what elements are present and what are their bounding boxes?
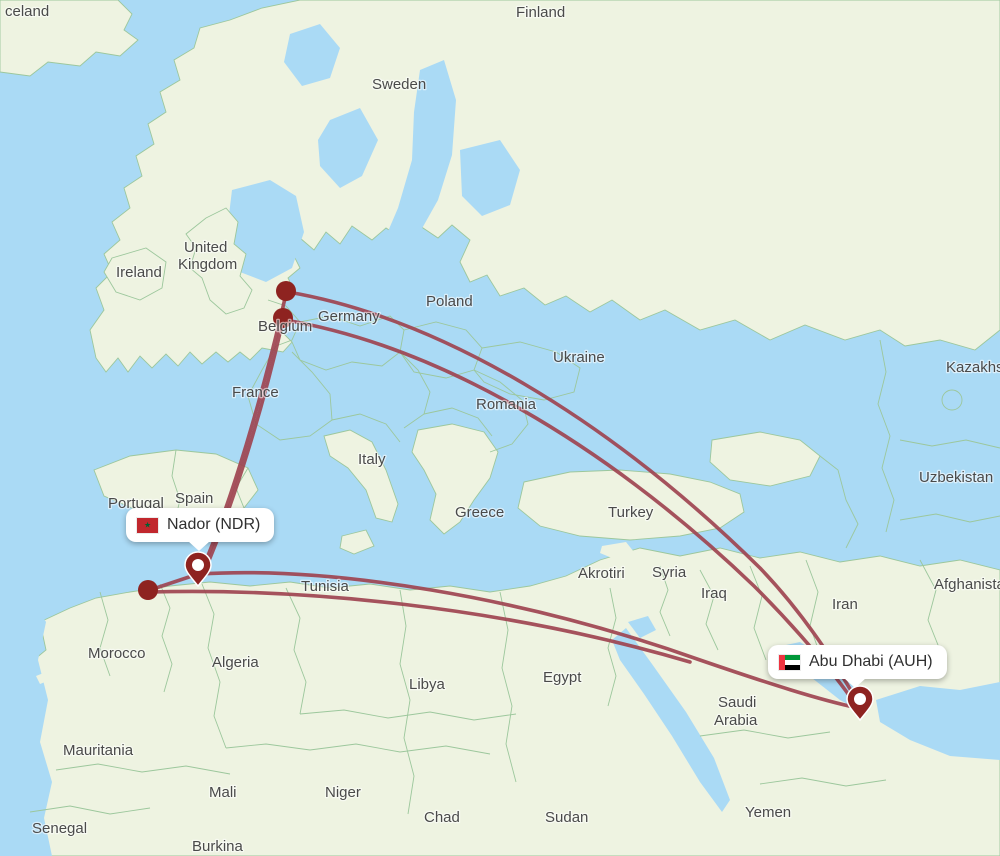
country-label: Morocco [88, 645, 146, 662]
country-label: Mali [209, 784, 237, 801]
morocco-star-icon: ★ [144, 520, 152, 530]
tooltip-nador[interactable]: ★ Nador (NDR) [126, 508, 275, 551]
country-label: Ireland [116, 264, 162, 281]
country-label: Germany [318, 308, 380, 325]
country-label: celand [5, 3, 49, 20]
country-label: Greece [455, 504, 504, 521]
uae-flag-black-stripe [785, 664, 800, 670]
tooltip-abudhabi-label: Abu Dhabi (AUH) [809, 653, 933, 670]
country-label: Kazakhs [946, 359, 1000, 376]
country-label: Finland [516, 4, 565, 21]
tooltip-nador-label: Nador (NDR) [167, 516, 261, 533]
country-label: Romania [476, 396, 537, 413]
country-label: France [232, 384, 279, 401]
country-label: Italy [358, 451, 386, 468]
country-label: Libya [409, 676, 446, 693]
country-label: Egypt [543, 669, 582, 686]
country-label: Yemen [745, 804, 791, 821]
tooltip-abudhabi[interactable]: Abu Dhabi (AUH) [768, 645, 947, 688]
country-label: Iraq [701, 585, 727, 602]
country-label: Turkey [608, 504, 654, 521]
country-label: Chad [424, 809, 460, 826]
country-label: Iran [832, 596, 858, 613]
country-label: Mauritania [63, 742, 134, 759]
country-label: Burkina [192, 838, 244, 855]
country-label: Spain [175, 490, 213, 507]
morocco-flag-icon: ★ [137, 517, 158, 533]
country-label: Ukraine [553, 349, 605, 366]
country-label: Uzbekistan [919, 469, 993, 486]
country-label: Tunisia [301, 578, 349, 595]
country-label: United [184, 239, 227, 256]
country-label: Arabia [714, 712, 758, 729]
country-label: Afghanistan [934, 576, 1000, 593]
country-label: Belgium [258, 318, 312, 335]
country-label: Niger [325, 784, 361, 801]
country-label: Kingdom [178, 256, 237, 273]
country-label: Saudi [718, 694, 756, 711]
map-canvas[interactable]: .land{ fill:#eef3e1; stroke:#9cc79c; str… [0, 0, 1000, 856]
country-label: Poland [426, 293, 473, 310]
country-label: Sudan [545, 809, 588, 826]
marker-casablanca[interactable] [138, 580, 158, 600]
country-label: Sweden [372, 76, 426, 93]
country-label: Syria [652, 564, 687, 581]
uae-flag-icon [779, 654, 800, 670]
country-label: Akrotiri [578, 565, 625, 582]
marker-amsterdam[interactable] [276, 281, 296, 301]
country-label: Algeria [212, 654, 259, 671]
flight-route-map[interactable]: .land{ fill:#eef3e1; stroke:#9cc79c; str… [0, 0, 1000, 856]
uae-flag-stripes [785, 654, 800, 670]
country-label: Senegal [32, 820, 87, 837]
